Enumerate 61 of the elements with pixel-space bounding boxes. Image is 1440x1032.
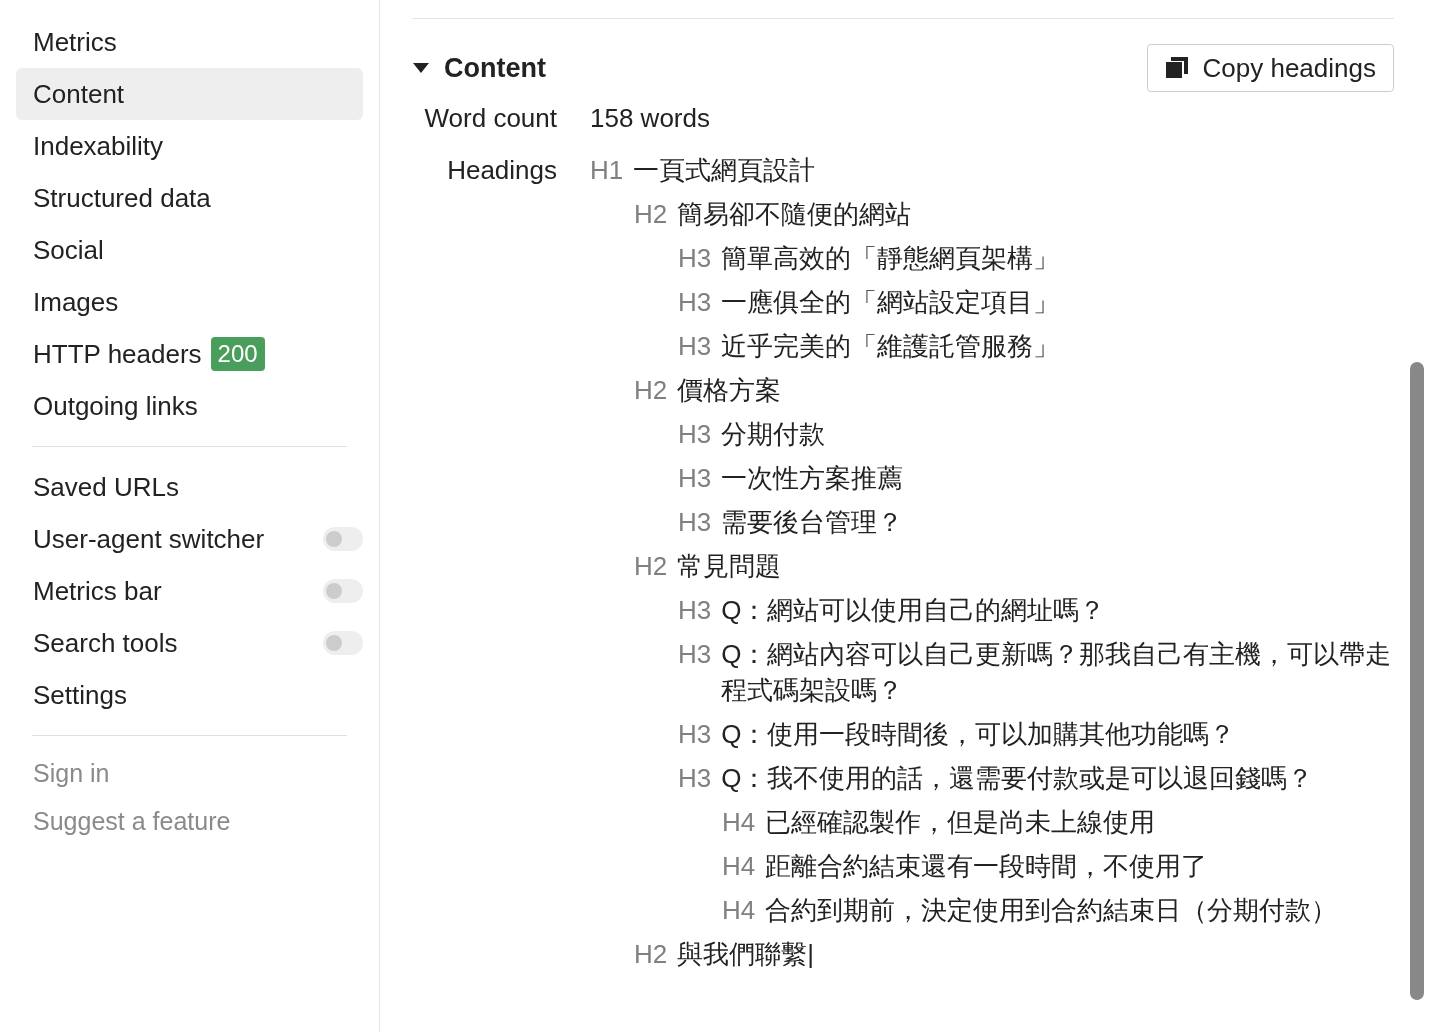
heading-text: Q：我不使用的話，還需要付款或是可以退回錢嗎？ <box>721 762 1314 795</box>
sidebar-item[interactable]: Search tools <box>33 623 178 663</box>
word-count: 158 words <box>590 102 711 135</box>
heading-level: H3 <box>678 286 712 319</box>
heading-level: H3 <box>678 330 712 363</box>
heading-level: H4 <box>722 806 756 839</box>
sidebar-item[interactable]: Metrics <box>16 16 363 68</box>
section-toggle[interactable]: Content <box>412 47 546 89</box>
heading-text: 一應俱全的「網站設定項目」 <box>721 286 1060 319</box>
heading-text: 近乎完美的「維護託管服務」 <box>721 330 1060 363</box>
heading-level: H3 <box>678 506 712 539</box>
heading-level: H3 <box>678 418 712 451</box>
status-badge: 200 <box>210 337 265 371</box>
heading-text: 一頁式網頁設計 <box>633 154 816 187</box>
heading-text: 分期付款 <box>721 418 826 451</box>
sidebar-item[interactable]: Settings <box>33 675 127 715</box>
heading-level: H2 <box>634 374 668 407</box>
heading-level: H3 <box>678 594 712 627</box>
heading-text: 與我們聯繫| <box>677 938 814 971</box>
heading-level: H3 <box>678 242 712 275</box>
heading-text: Q：使用一段時間後，可以加購其他功能嗎？ <box>721 718 1236 751</box>
heading-level: H1 <box>590 154 624 187</box>
heading-text: 簡單高效的「靜態網頁架構」 <box>721 242 1060 275</box>
toggle-switch[interactable] <box>323 527 363 551</box>
copy-headings-button[interactable]: Copy headings <box>1146 44 1394 92</box>
sidebar-item[interactable]: Content <box>16 68 363 120</box>
heading-text: Q：網站可以使用自己的網址嗎？ <box>721 594 1106 627</box>
heading-text: 常見問題 <box>677 550 782 583</box>
heading-text: 距離合約結束還有一段時間，不使用了 <box>765 850 1208 883</box>
heading-level: H4 <box>722 894 756 927</box>
toggle-switch[interactable] <box>323 579 363 603</box>
heading-text: 價格方案 <box>677 374 782 407</box>
sidebar-item[interactable]: Structured data <box>16 172 363 224</box>
sidebar-item[interactable]: Social <box>16 224 363 276</box>
heading-text: 簡易卻不隨便的網站 <box>677 198 912 231</box>
sidebar-item[interactable]: HTTP headers 200 <box>16 328 363 380</box>
field-label: Headings <box>446 154 557 187</box>
toggle-switch[interactable] <box>323 631 363 655</box>
caret-icon <box>412 62 430 74</box>
heading-level: H2 <box>634 938 668 971</box>
heading-text: Q：網站內容可以自己更新嗎？那我自己有主機，可以帶走程式碼架設嗎？ <box>721 638 1393 707</box>
sidebar-item[interactable]: Metrics bar <box>33 571 162 611</box>
heading-text: 合約到期前，決定使用到合約結束日（分期付款） <box>765 894 1338 927</box>
heading-level: H3 <box>678 638 712 671</box>
heading-level: H3 <box>678 762 712 795</box>
sidebar-item[interactable]: Outgoing links <box>16 380 363 432</box>
heading-level: H3 <box>678 718 712 751</box>
field-label: Word count <box>423 102 557 135</box>
sidebar-item[interactable]: Images <box>16 276 363 328</box>
sidebar-item[interactable]: Saved URLs <box>33 467 179 507</box>
heading-text: 需要後台管理？ <box>721 506 904 539</box>
heading-level: H2 <box>634 550 668 583</box>
copy-icon <box>1164 56 1189 80</box>
sidebar-item[interactable]: User-agent switcher <box>33 519 265 559</box>
scrollbar[interactable] <box>1410 362 1424 1000</box>
heading-text: 一次性方案推薦 <box>721 462 904 495</box>
heading-level: H4 <box>722 850 756 883</box>
heading-level: H3 <box>678 462 712 495</box>
sidebar-item[interactable]: Indexability <box>16 120 363 172</box>
heading-text: 已經確認製作，但是尚未上線使用 <box>765 806 1156 839</box>
heading-level: H2 <box>634 198 668 231</box>
